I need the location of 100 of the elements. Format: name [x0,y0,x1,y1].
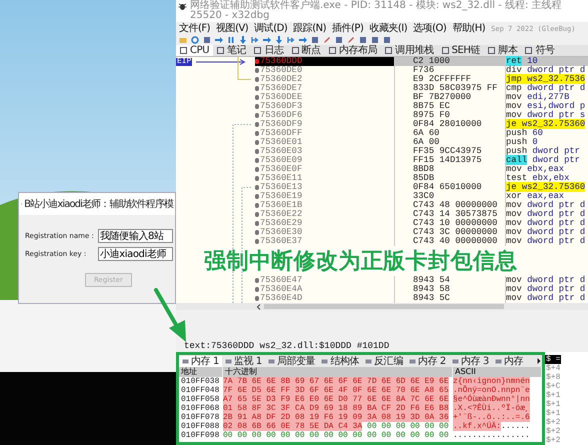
menu-item[interactable]: 插件(P) [332,22,364,34]
address-cell-text: 010FF038 [180,377,220,386]
instruction-cell: mov dword ptr d [506,284,586,294]
bullet-icon[interactable] [255,95,259,100]
bullet-icon[interactable] [255,77,259,82]
stack-offset: $+1 [545,409,562,418]
down-icon[interactable] [239,36,247,44]
bullet-icon[interactable] [255,194,259,199]
address-cell-text: 010FF048 [180,386,220,395]
arrow-icon[interactable] [263,36,271,44]
modified-bytes: 02 08 6B 66 0E 78 5E DA C4 3A [223,422,362,431]
input-field[interactable]: 我随便输入8站 [98,229,173,243]
stack-offset: $+8 [545,373,562,382]
bullet-icon[interactable] [255,140,259,145]
address-cell: 75360E11 [260,174,302,183]
square-icon[interactable] [359,36,367,44]
tab[interactable]: 脚本 [484,45,522,56]
bullet-icon[interactable] [255,104,259,109]
bytes-cell: C743 14 30573875 [413,209,498,219]
address-cell: 75360E30 [260,228,302,237]
status-text: text:75360DDD ws2_32.dll:$10DDD #101DD [184,341,390,351]
bullet-icon[interactable] [255,68,259,73]
instruction-cell: mov edi,277B [506,92,570,102]
menu-item[interactable]: 跟踪(N) [293,22,326,34]
bullet-icon[interactable] [255,59,259,64]
tab[interactable]: 内存布局 [324,45,382,56]
address-cell: 75360E1B [260,201,302,210]
arrow-icon[interactable] [215,36,223,44]
square-icon[interactable] [203,36,211,44]
bullet-icon[interactable] [255,239,259,244]
instruction-cell: mov dword ptr d [506,209,586,219]
tab[interactable]: SEH链 [438,45,484,56]
address-cell-text: 010FF088 [180,422,220,431]
menu-item[interactable]: 收藏夹(I) [369,22,408,34]
tab[interactable]: CPU [176,45,214,56]
bullet-icon[interactable] [255,221,259,226]
tab[interactable]: 符号 [521,45,559,56]
bullet-icon[interactable] [255,185,259,190]
bullet-icon[interactable] [255,167,259,172]
tab[interactable]: 局部变量 [264,356,318,366]
bytes-cell: 0F84 65010000 [413,182,482,192]
tab[interactable]: 内存 2 [406,356,449,366]
bullet-icon[interactable] [255,122,259,127]
bullet-icon[interactable] [255,230,259,235]
address-cell: 75360DE7 [260,84,302,93]
horizontal-scrollbar[interactable] [176,303,588,310]
scroll-left-icon[interactable] [256,304,262,310]
step-icon[interactable] [287,36,295,44]
input-field[interactable]: 小迪xiaodi老师 [98,247,173,261]
tab[interactable]: 日志 [250,45,288,56]
address-cell: 75360E29 [260,219,302,228]
menu-item[interactable]: 文件(F) [179,22,210,34]
window-icon [488,47,496,54]
square-icon[interactable] [371,36,379,44]
bullet-icon[interactable] [255,212,259,217]
menu-item[interactable]: 视图(V) [216,22,248,34]
tab[interactable]: 内存 3 [448,356,492,366]
address-cell: 75360DDD [260,57,302,66]
instruction-cell: mov dword ptr d [506,236,586,246]
menu-item[interactable]: 调试(D) [254,22,288,34]
tab[interactable]: 断点 [288,45,325,56]
square-icon[interactable] [311,36,319,44]
window-icon [525,47,532,54]
pause-icon[interactable] [227,36,235,44]
bullet-icon[interactable] [255,296,259,301]
refresh-icon[interactable] [191,36,199,44]
bullet-icon[interactable] [255,131,259,136]
tab[interactable]: 调用堆栈 [381,45,438,56]
square-icon[interactable] [335,36,343,44]
address-cell: 75360E0F [260,165,302,174]
tab[interactable]: 内存 [492,356,526,366]
bullet-icon[interactable] [255,278,259,283]
bullet-icon[interactable] [255,86,259,91]
address-cell: 75360DF9 [260,120,302,129]
down-icon[interactable] [275,36,283,44]
tab[interactable]: 笔记 [213,45,250,56]
address-cell-text: 010FF058 [180,395,220,404]
bullet-icon[interactable] [255,287,259,292]
tab[interactable]: 反汇编 [362,356,406,366]
tab[interactable]: 结构体 [318,356,362,366]
bullet-icon[interactable] [255,176,259,181]
bullet-icon[interactable] [255,149,259,154]
bullet-icon[interactable] [255,203,259,208]
address-cell: 75360DF6 [260,111,302,120]
address-cell: 75360E01 [260,138,302,147]
tab[interactable]: 监视 1 [222,356,265,366]
menu-item[interactable]: 选项(O) [413,22,446,34]
scroll-right-icon[interactable] [536,357,542,365]
arrow-icon[interactable] [299,36,307,44]
square-icon[interactable] [383,36,391,44]
bullet-icon[interactable] [255,158,259,163]
window-icon [224,358,232,364]
modified-ascii: §e^ÓùæànÐwnn°|nn [453,395,530,404]
tab[interactable]: 内存 1 [179,356,222,366]
menu-item[interactable]: 帮助(H) [452,22,486,34]
scrollbar-thumb[interactable] [264,304,504,309]
bullet-icon[interactable] [255,113,259,118]
modified-ascii: +'¨ß-..ö..:..=.6 [453,413,530,422]
step-icon[interactable] [251,36,259,44]
window-icon [292,47,299,54]
